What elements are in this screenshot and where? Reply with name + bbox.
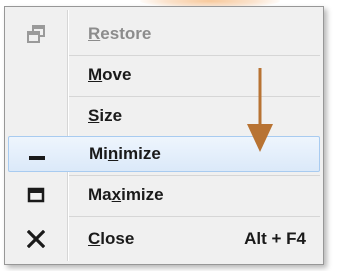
menu-separator — [69, 175, 320, 176]
menu-item-label: Mi n imize — [89, 144, 161, 163]
menu-item-label: Move — [88, 65, 132, 84]
menu-item-label: Restore — [88, 24, 152, 43]
menu-item-label: Size — [88, 106, 123, 125]
menu-item-restore[interactable]: Restore — [8, 16, 320, 52]
menu-item-maximize[interactable]: Ma x imize — [8, 177, 320, 213]
shortcut-text: Alt + F4 — [244, 229, 306, 248]
menu-separator — [69, 216, 320, 217]
menu-item-label: Close — [88, 229, 135, 248]
close-icon — [8, 221, 64, 257]
restore-icon — [8, 16, 64, 52]
menu-item-label: Ma x imize — [88, 185, 164, 204]
down-arrow-annotation — [247, 68, 273, 152]
maximize-icon — [8, 177, 64, 213]
menu-separator — [69, 96, 320, 97]
screenshot-stage: Restore Move Size Mi n imize Ma x imize … — [0, 0, 338, 271]
menu-separator — [69, 55, 320, 56]
minimize-icon — [9, 137, 65, 171]
arrow-head — [247, 124, 273, 152]
menu-item-close[interactable]: Close Alt + F4 — [8, 221, 320, 257]
